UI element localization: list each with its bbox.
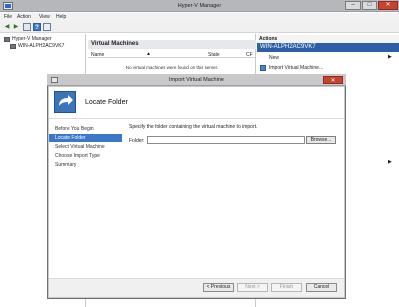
import-vm-icon <box>260 65 266 71</box>
menu-action[interactable]: Action <box>17 13 31 21</box>
maximize-button[interactable]: □ <box>362 1 377 10</box>
properties-icon[interactable] <box>43 23 51 31</box>
next-button[interactable]: Next > <box>237 283 268 292</box>
folder-input[interactable] <box>147 136 305 144</box>
forward-arrow-icon[interactable]: ▶ <box>12 23 20 31</box>
browse-button[interactable]: Browse... <box>306 136 336 144</box>
instruction-text: Specify the folder containing the virtua… <box>129 124 258 130</box>
server-icon <box>10 44 16 49</box>
cancel-button[interactable]: Cancel <box>306 283 337 292</box>
help-icon[interactable]: ? <box>33 23 41 31</box>
import-wizard-icon <box>54 91 76 113</box>
tree-host[interactable]: WIN-ALPH2AC9VK7 <box>18 43 64 50</box>
action-new[interactable]: New <box>269 54 279 62</box>
menu-help[interactable]: Help <box>56 13 66 21</box>
submenu-arrow-icon: ▶ <box>388 54 392 60</box>
actions-title: Actions <box>257 35 399 43</box>
step-locate-folder[interactable]: Locate Folder <box>49 134 122 142</box>
menu-view[interactable]: View <box>39 13 50 21</box>
dialog-close-button[interactable]: ✕ <box>323 76 343 84</box>
actions-collapse-icon[interactable] <box>393 43 399 52</box>
sort-arrow-icon: ▲ <box>146 51 151 57</box>
folder-label: Folder: <box>129 138 145 144</box>
toolbar <box>0 21 399 33</box>
step-before-you-begin[interactable]: Before You Begin <box>49 125 122 133</box>
minimize-button[interactable]: – <box>345 1 361 10</box>
close-button[interactable]: ✕ <box>378 1 398 10</box>
menu-file[interactable]: File <box>4 13 12 21</box>
submenu-arrow-icon: ▶ <box>388 159 392 165</box>
step-summary[interactable]: Summary <box>49 161 122 169</box>
col-state[interactable]: State <box>208 52 220 58</box>
console-tree-icon[interactable] <box>23 23 31 31</box>
step-select-vm[interactable]: Select Virtual Machine <box>49 143 122 151</box>
hyperv-manager-icon <box>4 37 10 42</box>
empty-message: No virtual machines were found on this s… <box>125 65 219 70</box>
previous-button[interactable]: < Previous <box>203 283 234 292</box>
col-cpu[interactable]: CF <box>246 52 253 58</box>
wizard-page-title: Locate Folder <box>85 99 128 106</box>
step-choose-import-type[interactable]: Choose Import Type <box>49 152 122 160</box>
vm-section-title: Virtual Machines <box>88 40 256 49</box>
finish-button[interactable]: Finish <box>271 283 302 292</box>
actions-host-header[interactable]: WIN-ALPH2AC9VK7 <box>257 43 393 52</box>
action-import-vm[interactable]: Import Virtual Machine... <box>269 64 323 72</box>
window-title: Hyper-V Manager <box>177 3 222 9</box>
dialog-title: Import Virtual Machine <box>169 77 224 83</box>
vm-column-header: Name ▲ State CF <box>88 51 256 58</box>
col-name[interactable]: Name <box>91 52 104 58</box>
back-arrow-icon[interactable]: ◀ <box>3 23 11 31</box>
tree-root[interactable]: Hyper-V Manager <box>12 36 51 43</box>
